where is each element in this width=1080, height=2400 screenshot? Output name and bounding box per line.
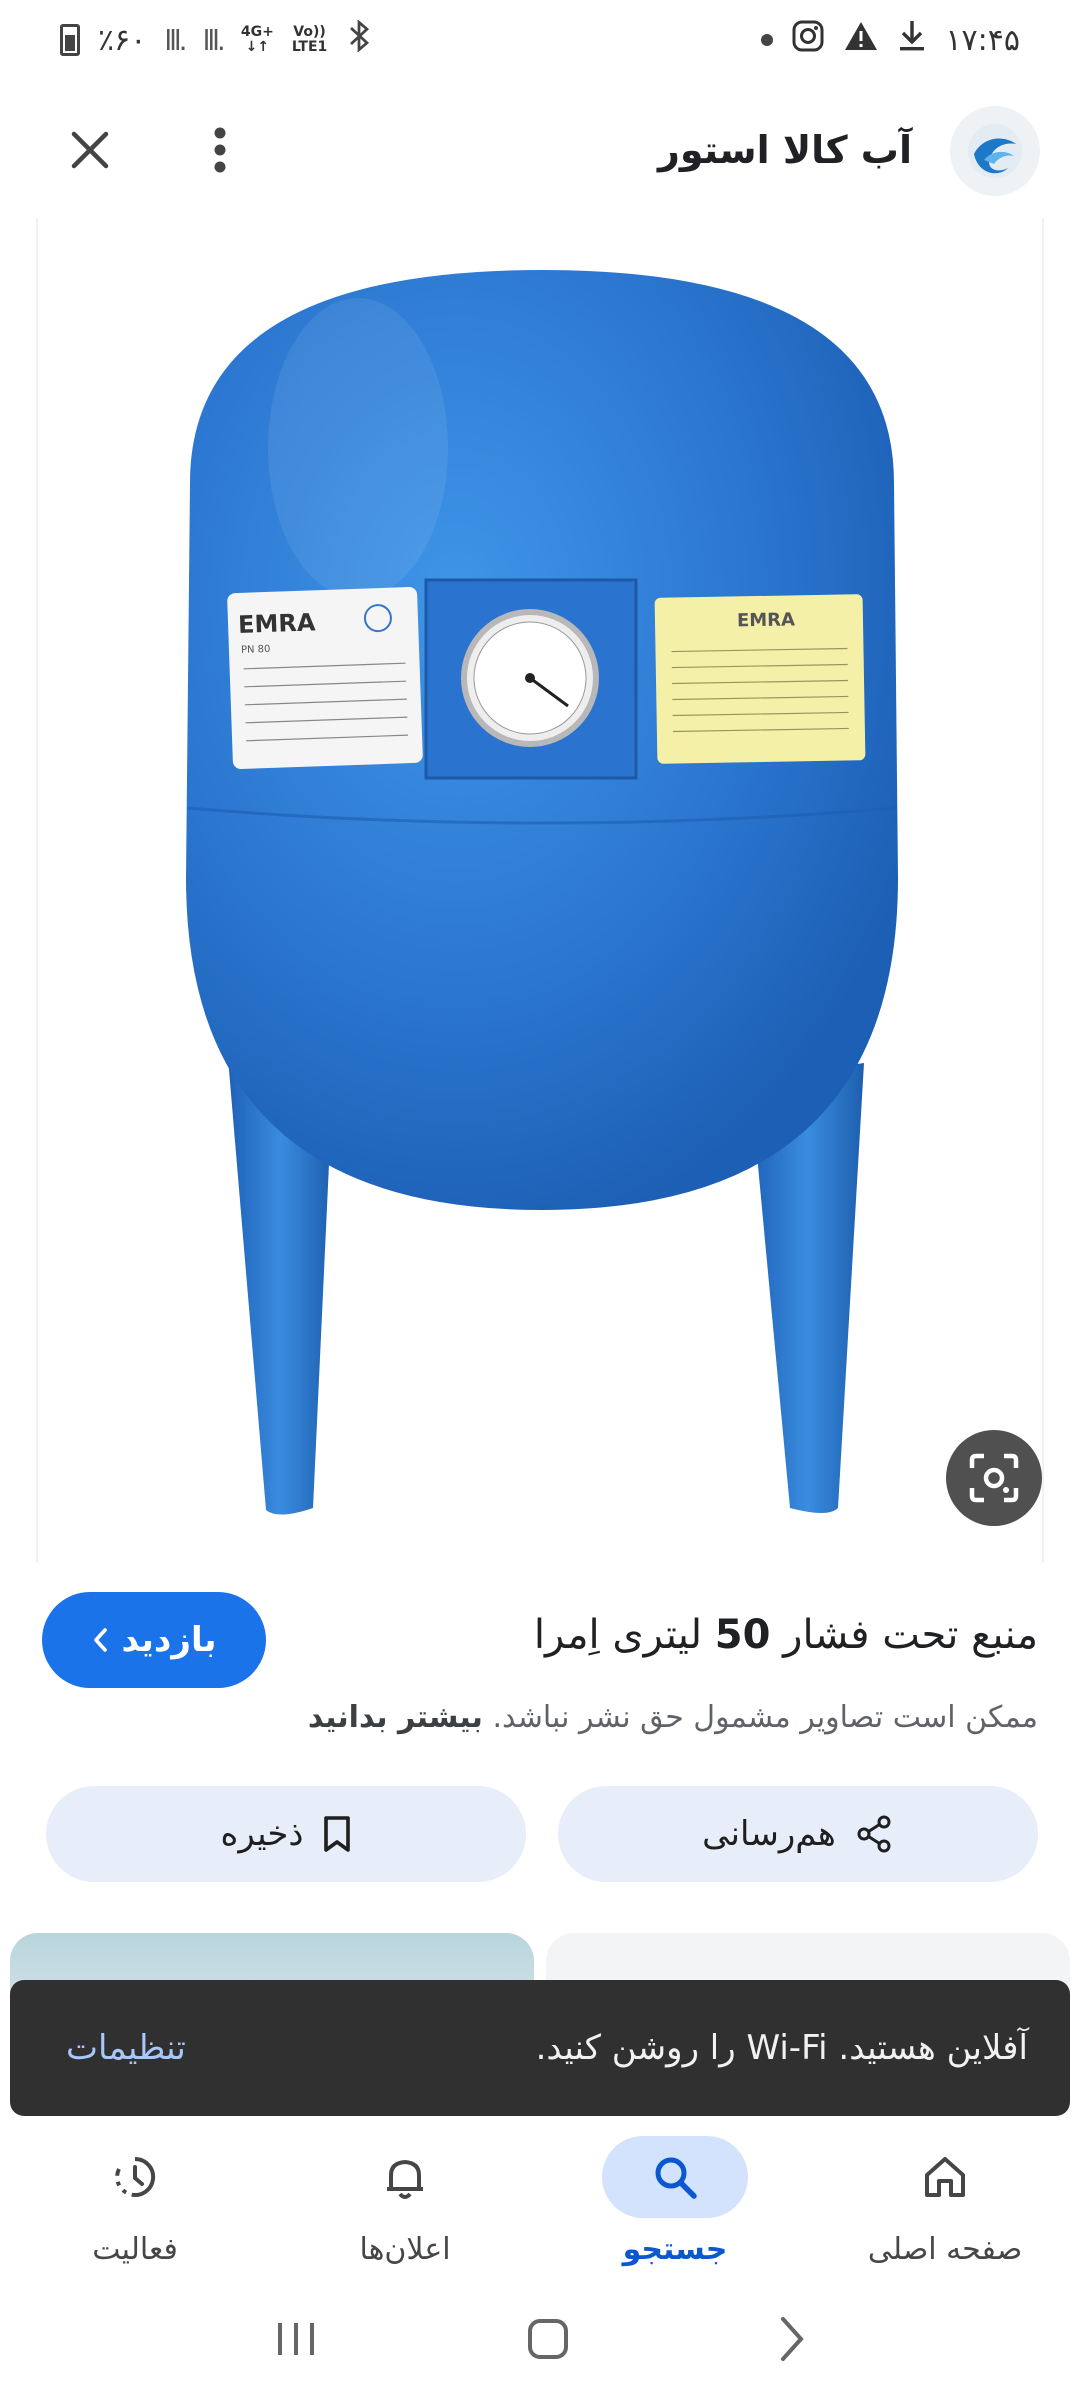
share-button[interactable]: هم‌رسانی [558, 1786, 1038, 1882]
warning-icon [843, 20, 879, 60]
signal-icon-2: lll. [202, 23, 226, 57]
chevron-left-icon [93, 1628, 107, 1652]
notification-dot-icon [761, 34, 774, 46]
save-button[interactable]: ذخیره [46, 1786, 526, 1882]
search-icon-wrap [602, 2136, 748, 2218]
close-button[interactable] [60, 120, 120, 180]
visit-button[interactable]: بازدید [42, 1592, 266, 1688]
nav-label-activity: فعالیت [92, 2232, 178, 2267]
water-drop-logo-icon [968, 124, 1022, 178]
app-header: آب کالا استور [0, 80, 1080, 218]
signal-icon: lll. [164, 23, 187, 57]
label-pn-text: PN 80 [241, 644, 271, 656]
home-icon-wrap [872, 2136, 1018, 2218]
product-image[interactable]: EMRA PN 80 EMRA [36, 218, 1044, 1563]
activity-icon [115, 2156, 156, 2197]
activity-icon-wrap [62, 2136, 208, 2218]
volte-indicator: Vo)) LTE1 [291, 24, 328, 55]
share-icon [857, 1815, 891, 1853]
share-label: هم‌رسانی [702, 1814, 836, 1854]
home-square-icon [528, 2319, 568, 2359]
recents-button[interactable] [274, 2319, 318, 2363]
product-title[interactable]: منبع تحت فشار 50 لیتری اِمرا [318, 1612, 1038, 1658]
more-vert-icon [214, 127, 226, 173]
nav-item-search[interactable]: جستجو [540, 2126, 810, 2282]
nav-label-home: صفحه اصلی [867, 2232, 1023, 2267]
google-lens-button[interactable] [946, 1430, 1042, 1526]
close-icon [71, 131, 109, 169]
lens-icon [969, 1453, 1019, 1503]
recents-icon [278, 2323, 314, 2355]
clock-time: ۱۷:۴۵ [945, 22, 1020, 58]
status-right: ۱۷:۴۵ [761, 19, 1020, 61]
copyright-notice: ممکن است تصاویر مشمول حق نشر نباشد. بیشت… [307, 1700, 1038, 1735]
label-brand-text: EMRA [238, 608, 317, 639]
search-icon [655, 2157, 697, 2199]
settings-action-button[interactable]: تنظیمات [66, 2028, 186, 2068]
battery-icon [60, 24, 80, 56]
pressure-tank-illustration: EMRA PN 80 EMRA [186, 270, 898, 1515]
site-title[interactable]: آب کالا استور [658, 120, 912, 180]
home-icon [925, 2157, 965, 2197]
nav-label-search: جستجو [622, 2232, 728, 2267]
bookmark-icon [323, 1816, 350, 1852]
back-button[interactable] [778, 2315, 806, 2367]
learn-more-link[interactable]: بیشتر بدانید [308, 1700, 483, 1735]
bell-icon-wrap [332, 2136, 478, 2218]
nav-item-notifications[interactable]: اعلان‌ها [270, 2126, 540, 2282]
bottom-navigation: صفحه اصلی جستجو اعلان‌ها فعالیت [0, 2126, 1080, 2282]
offline-snackbar: تنظیمات آفلاین هستید. Wi-Fi را روشن کنید… [10, 1980, 1070, 2116]
nav-item-activity[interactable]: فعالیت [0, 2126, 270, 2282]
instagram-icon [791, 19, 825, 61]
battery-level: ٪۶۰ [98, 22, 147, 58]
snackbar-message: آفلاین هستید. Wi-Fi را روشن کنید. [535, 2028, 1028, 2068]
system-navigation-bar [0, 2282, 1080, 2400]
save-label: ذخیره [220, 1814, 304, 1854]
chevron-right-icon [781, 2317, 804, 2361]
label2-brand-text: EMRA [737, 609, 795, 631]
download-icon [897, 19, 927, 61]
more-options-button[interactable] [196, 120, 244, 180]
visit-label: بازدید [121, 1620, 217, 1660]
title-number: 50 [714, 1612, 771, 1658]
nav-label-notifications: اعلان‌ها [359, 2232, 451, 2267]
home-system-button[interactable] [526, 2317, 570, 2365]
status-bar: ٪۶۰ lll. lll. 4G+ ↓↑ Vo)) LTE1 ۱۷:۴۵ [0, 0, 1080, 80]
nav-item-home[interactable]: صفحه اصلی [810, 2126, 1080, 2282]
network-4g-indicator: 4G+ ↓↑ [240, 24, 274, 55]
site-logo[interactable] [950, 106, 1040, 196]
status-left: ٪۶۰ lll. lll. 4G+ ↓↑ Vo)) LTE1 [60, 19, 373, 60]
bluetooth-icon [345, 19, 373, 60]
bell-icon [387, 2160, 423, 2199]
